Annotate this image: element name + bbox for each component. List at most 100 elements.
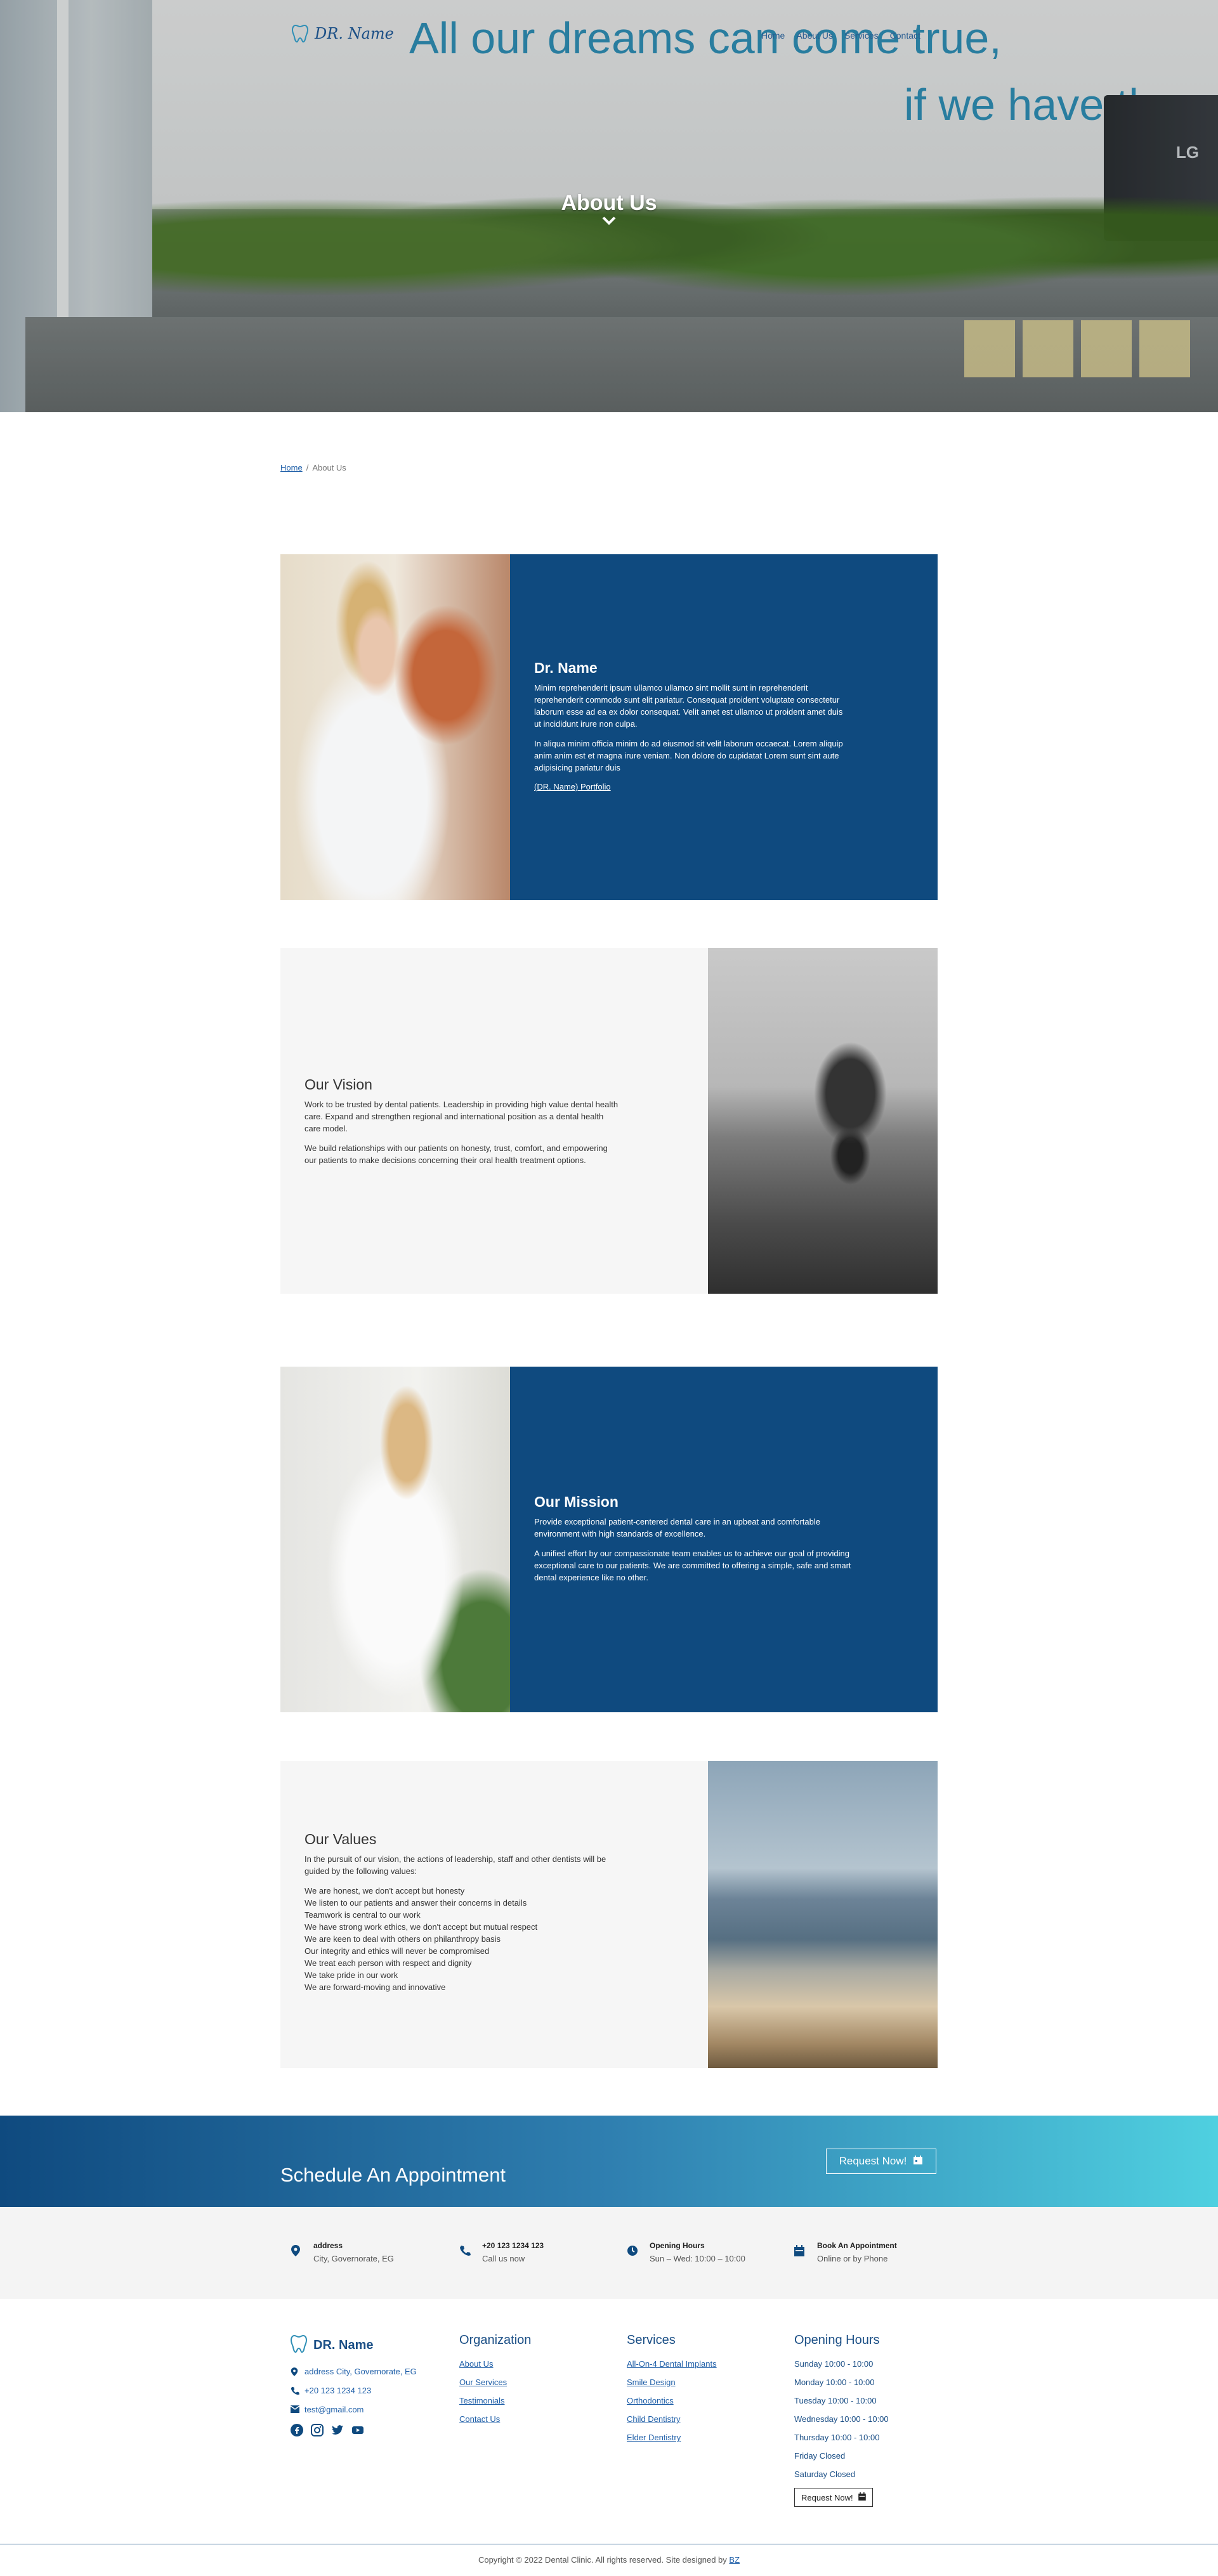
instagram-icon[interactable] xyxy=(311,2424,324,2436)
copyright-text: Copyright © 2022 Dental Clinic. All righ… xyxy=(478,2555,727,2565)
footer-services-title: Services xyxy=(627,2333,676,2347)
nav-item-contact[interactable]: Contact xyxy=(890,30,920,41)
info-booking-value: Online or by Phone xyxy=(817,2254,888,2263)
footer-email[interactable]: test@gmail.com xyxy=(290,2405,417,2414)
footer-link-contact[interactable]: Contact Us xyxy=(459,2414,531,2424)
request-now-label: Request Now! xyxy=(839,2155,907,2167)
nav-item-home[interactable]: Home xyxy=(761,30,785,41)
info-address-label: address xyxy=(313,2241,343,2250)
values-intro: In the pursuit of our vision, the action… xyxy=(304,1854,606,1876)
mission-photo xyxy=(280,1367,510,1712)
nav-item-services[interactable]: Services xyxy=(844,30,879,41)
nav-item-about[interactable]: About Us xyxy=(796,30,833,41)
footer-link-smile-design[interactable]: Smile Design xyxy=(627,2378,717,2387)
values-panel: Our Values In the pursuit of our vision,… xyxy=(280,1761,708,2068)
footer-hours-item: Sunday 10:00 - 10:00 xyxy=(794,2359,874,2369)
footer-link-implants[interactable]: All-On-4 Dental Implants xyxy=(627,2359,717,2369)
footer-hours-column: Opening Hours Sunday 10:00 - 10:00 Monda… xyxy=(794,2333,889,2507)
request-now-button[interactable]: Request Now! xyxy=(826,2149,936,2174)
doctor-bio-2: In aliqua minim officia minim do ad eius… xyxy=(534,739,843,772)
vision-section: Our Vision Work to be trusted by dental … xyxy=(280,948,938,1294)
footer-phone-text: +20 123 1234 123 xyxy=(304,2386,372,2395)
footer-link-about[interactable]: About Us xyxy=(459,2359,531,2369)
values-item: We listen to our patients and answer the… xyxy=(304,1898,527,1908)
footer-address-text: address City, Governorate, EG xyxy=(304,2367,417,2376)
facebook-icon[interactable] xyxy=(291,2424,303,2436)
footer-services-column: Services All-On-4 Dental Implants Smile … xyxy=(627,2333,717,2451)
values-item: We have strong work ethics, we don't acc… xyxy=(304,1922,538,1932)
mission-section: Our Mission Provide exceptional patient-… xyxy=(280,1367,938,1712)
values-item: We are honest, we don't accept but hones… xyxy=(304,1886,465,1896)
footer-phone[interactable]: +20 123 1234 123 xyxy=(291,2386,417,2395)
values-section: Our Values In the pursuit of our vision,… xyxy=(280,1761,938,2068)
info-address-value: City, Governorate, EG xyxy=(313,2254,394,2263)
phone-icon xyxy=(459,2245,471,2256)
footer-brand[interactable]: DR. Name xyxy=(290,2334,417,2357)
footer-link-services[interactable]: Our Services xyxy=(459,2378,531,2387)
clock-icon xyxy=(627,2245,638,2256)
brand-name: DR. Name xyxy=(315,25,394,42)
vision-text-1: Work to be trusted by dental patients. L… xyxy=(304,1100,619,1133)
footer-hours-item: Saturday Closed xyxy=(794,2469,856,2479)
mail-icon xyxy=(290,2405,300,2414)
info-address: address City, Governorate, EG xyxy=(291,2241,394,2263)
copyright: Copyright © 2022 Dental Clinic. All righ… xyxy=(0,2555,1218,2565)
footer-hours-item: Friday Closed xyxy=(794,2451,846,2461)
designer-link[interactable]: BZ xyxy=(729,2555,740,2565)
values-item: Our integrity and ethics will never be c… xyxy=(304,1946,490,1956)
calendar-icon xyxy=(794,2245,806,2256)
mission-title: Our Mission xyxy=(534,1493,619,1510)
youtube-icon[interactable] xyxy=(351,2424,364,2436)
doctor-section: Dr. Name Minim reprehenderit ipsum ullam… xyxy=(280,554,938,900)
info-hours-label: Opening Hours xyxy=(650,2241,705,2250)
footer: DR. Name address City, Governorate, EG +… xyxy=(0,2299,1218,2576)
footer-brand-name: DR. Name xyxy=(313,2338,374,2352)
calendar-icon xyxy=(858,2492,866,2502)
appointment-title: Schedule An Appointment xyxy=(280,2163,506,2186)
vision-photo xyxy=(708,948,938,1294)
vision-title: Our Vision xyxy=(304,1076,372,1093)
doctor-panel: Dr. Name Minim reprehenderit ipsum ullam… xyxy=(510,554,938,900)
footer-hours-item: Tuesday 10:00 - 10:00 xyxy=(794,2396,877,2405)
footer-address: address City, Governorate, EG xyxy=(291,2367,417,2376)
info-booking: Book An Appointment Online or by Phone xyxy=(794,2241,897,2263)
footer-hours-item: Thursday 10:00 - 10:00 xyxy=(794,2433,880,2442)
mission-text-1: Provide exceptional patient-centered den… xyxy=(534,1517,820,1538)
mission-text-2: A unified effort by our compassionate te… xyxy=(534,1549,851,1582)
doctor-bio-1: Minim reprehenderit ipsum ullamco ullamc… xyxy=(534,683,843,729)
twitter-icon[interactable] xyxy=(331,2424,344,2436)
doctor-photo xyxy=(280,554,510,900)
footer-request-now-button[interactable]: Request Now! xyxy=(794,2488,873,2507)
footer-organization-column: Organization About Us Our Services Testi… xyxy=(459,2333,531,2433)
values-item: We take pride in our work xyxy=(304,1970,398,1980)
main-nav: Home About Us Services Contact xyxy=(761,30,920,41)
footer-link-child-dentistry[interactable]: Child Dentistry xyxy=(627,2414,717,2424)
contact-info-bar: address City, Governorate, EG +20 123 12… xyxy=(0,2207,1218,2299)
vision-text-2: We build relationships with our patients… xyxy=(304,1143,608,1165)
footer-request-now-label: Request Now! xyxy=(801,2492,853,2502)
info-booking-label: Book An Appointment xyxy=(817,2241,897,2250)
values-item: We are keen to deal with others on phila… xyxy=(304,1934,501,1944)
hero-banner: All our dreams can come true, if we have… xyxy=(0,0,1218,412)
info-phone: +20 123 1234 123 Call us now xyxy=(459,2241,544,2263)
appointment-banner: Schedule An Appointment Request Now! xyxy=(0,2116,1218,2207)
calendar-icon xyxy=(913,2155,923,2168)
footer-link-testimonials[interactable]: Testimonials xyxy=(459,2396,531,2405)
brand-logo[interactable]: DR. Name xyxy=(292,24,394,43)
footer-link-elder-dentistry[interactable]: Elder Dentistry xyxy=(627,2433,717,2442)
footer-hours-item: Wednesday 10:00 - 10:00 xyxy=(794,2414,889,2424)
chevron-down-icon[interactable] xyxy=(600,212,618,230)
doctor-name: Dr. Name xyxy=(534,660,598,676)
breadcrumb-home-link[interactable]: Home xyxy=(280,463,303,472)
footer-hours-title: Opening Hours xyxy=(794,2333,880,2347)
values-list: We are honest, we don't accept but hones… xyxy=(304,1885,622,1993)
mission-panel: Our Mission Provide exceptional patient-… xyxy=(510,1367,938,1712)
tooth-icon xyxy=(290,2334,308,2357)
footer-link-orthodontics[interactable]: Orthodontics xyxy=(627,2396,717,2405)
breadcrumb-separator: / xyxy=(306,463,309,472)
doctor-portfolio-link[interactable]: (DR. Name) Portfolio xyxy=(534,782,611,791)
footer-hours-item: Monday 10:00 - 10:00 xyxy=(794,2378,875,2387)
footer-brand-column: DR. Name address City, Governorate, EG +… xyxy=(290,2333,417,2436)
footer-organization-title: Organization xyxy=(459,2333,532,2347)
tooth-icon xyxy=(292,24,308,43)
